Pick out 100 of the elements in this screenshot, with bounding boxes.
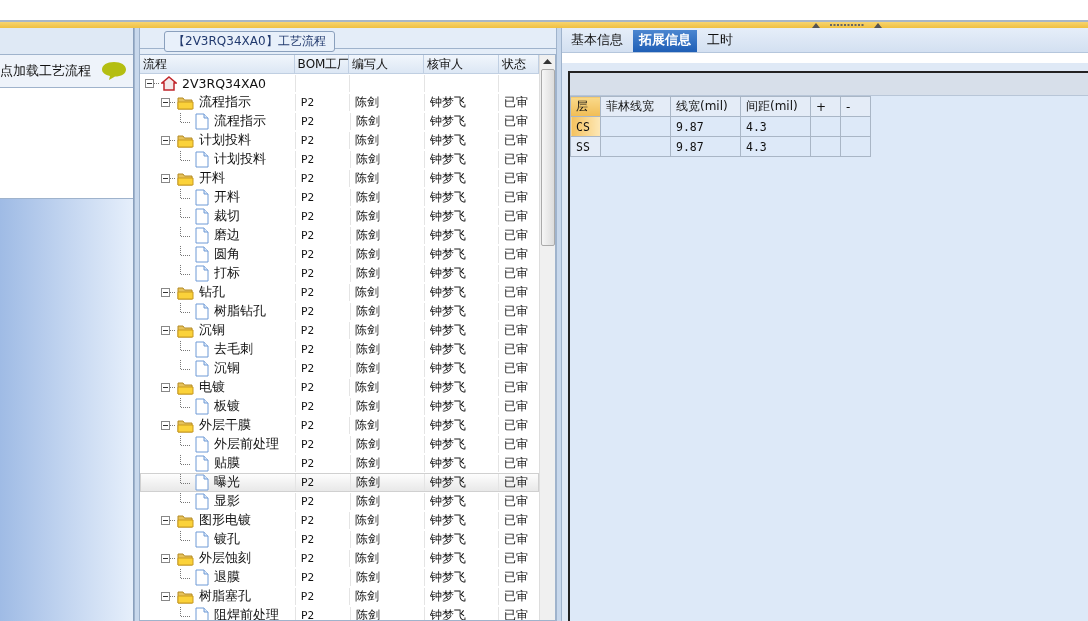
splitter-grip-icon[interactable] bbox=[812, 22, 882, 28]
table-cell: 已审 bbox=[504, 570, 529, 584]
collapse-icon[interactable] bbox=[161, 98, 175, 107]
column-header[interactable]: 编写人 bbox=[349, 55, 425, 73]
tree-row[interactable]: 图形电镀 P2 陈剑 钟梦飞 已审 bbox=[140, 511, 539, 530]
tree-label: 沉铜 bbox=[214, 360, 240, 377]
document-icon bbox=[195, 265, 209, 282]
tree-row[interactable]: 圆角 P2 陈剑 钟梦飞 已审 bbox=[140, 245, 539, 264]
collapse-icon[interactable] bbox=[145, 79, 159, 88]
document-icon bbox=[195, 341, 209, 358]
tree-row[interactable]: 打标 P2 陈剑 钟梦飞 已审 bbox=[140, 264, 539, 283]
scroll-thumb[interactable] bbox=[540, 69, 555, 246]
table-cell: 已审 bbox=[504, 152, 529, 166]
collapse-icon[interactable] bbox=[161, 421, 175, 430]
table-cell: 钟梦飞 bbox=[429, 152, 466, 166]
tree-row[interactable]: 树脂钻孔 P2 陈剑 钟梦飞 已审 bbox=[140, 302, 539, 321]
tree-row[interactable]: 流程指示 P2 陈剑 钟梦飞 已审 bbox=[140, 112, 539, 131]
column-header[interactable]: + bbox=[810, 96, 841, 117]
table-cell: 已审 bbox=[504, 456, 529, 470]
folder-icon bbox=[177, 589, 194, 604]
tree-connector bbox=[180, 208, 191, 218]
tree-row[interactable]: 计划投料 P2 陈剑 钟梦飞 已审 bbox=[140, 150, 539, 169]
document-icon bbox=[195, 455, 209, 472]
tree-row[interactable]: 流程指示 P2 陈剑 钟梦飞 已审 bbox=[140, 93, 539, 112]
tree-row[interactable]: 电镀 P2 陈剑 钟梦飞 已审 bbox=[140, 378, 539, 397]
tree-row[interactable]: 退膜 P2 陈剑 钟梦飞 已审 bbox=[140, 568, 539, 587]
folder-icon bbox=[177, 418, 194, 433]
collapse-icon[interactable] bbox=[161, 516, 175, 525]
collapse-icon[interactable] bbox=[161, 383, 175, 392]
tree-connector bbox=[180, 436, 191, 446]
tree-connector bbox=[180, 151, 191, 161]
table-cell: 已审 bbox=[504, 380, 529, 394]
tree-row[interactable]: 2V3RQ34XA0 bbox=[140, 74, 539, 93]
column-header[interactable]: 层 bbox=[570, 96, 601, 117]
table-cell: P2 bbox=[300, 305, 315, 318]
collapse-icon[interactable] bbox=[161, 326, 175, 335]
column-header[interactable]: 线宽(mil) bbox=[670, 96, 741, 117]
tree-row[interactable]: 去毛刺 P2 陈剑 钟梦飞 已审 bbox=[140, 340, 539, 359]
collapse-icon[interactable] bbox=[161, 592, 175, 601]
tree-connector bbox=[180, 474, 191, 484]
table-cell: 陈剑 bbox=[355, 114, 380, 128]
table-cell: 已审 bbox=[504, 342, 529, 356]
tree-row[interactable]: 磨边 P2 陈剑 钟梦飞 已审 bbox=[140, 226, 539, 245]
collapse-icon[interactable] bbox=[161, 554, 175, 563]
column-header[interactable]: - bbox=[840, 96, 871, 117]
table-cell: 已审 bbox=[504, 608, 529, 620]
tree-row[interactable]: 外层蚀刻 P2 陈剑 钟梦飞 已审 bbox=[140, 549, 539, 568]
column-header[interactable]: 流程 bbox=[140, 55, 295, 73]
table-cell: P2 bbox=[300, 362, 315, 375]
tab[interactable]: 工时 bbox=[701, 30, 739, 52]
scrollbar[interactable] bbox=[539, 55, 555, 620]
tree-row[interactable]: 曝光 P2 陈剑 钟梦飞 已审 bbox=[140, 473, 539, 492]
tree-row[interactable]: 树脂塞孔 P2 陈剑 钟梦飞 已审 bbox=[140, 587, 539, 606]
tree-label: 裁切 bbox=[214, 208, 240, 225]
table-cell: 钟梦飞 bbox=[429, 171, 466, 185]
table-cell: 陈剑 bbox=[355, 437, 380, 451]
table-cell: 已审 bbox=[504, 437, 529, 451]
table-cell: P2 bbox=[300, 134, 315, 147]
collapse-icon[interactable] bbox=[161, 136, 175, 145]
column-header[interactable]: 间距(mil) bbox=[740, 96, 811, 117]
column-header[interactable]: 菲林线宽 bbox=[600, 96, 671, 117]
tree-row[interactable]: 贴膜 P2 陈剑 钟梦飞 已审 bbox=[140, 454, 539, 473]
tree-row[interactable]: 板镀 P2 陈剑 钟梦飞 已审 bbox=[140, 397, 539, 416]
document-icon bbox=[195, 246, 209, 263]
tree-row[interactable]: 开料 P2 陈剑 钟梦飞 已审 bbox=[140, 188, 539, 207]
table-cell: P2 bbox=[300, 609, 315, 620]
column-header[interactable]: 核审人 bbox=[424, 55, 500, 73]
tree-row[interactable]: 显影 P2 陈剑 钟梦飞 已审 bbox=[140, 492, 539, 511]
tree-label: 阻焊前处理 bbox=[214, 607, 279, 620]
table-cell: P2 bbox=[300, 324, 315, 337]
table-cell: 钟梦飞 bbox=[429, 494, 466, 508]
tree-row[interactable]: 外层干膜 P2 陈剑 钟梦飞 已审 bbox=[140, 416, 539, 435]
collapse-icon[interactable] bbox=[161, 288, 175, 297]
tree-row[interactable]: 沉铜 P2 陈剑 钟梦飞 已审 bbox=[140, 359, 539, 378]
tree-row[interactable]: 阻焊前处理 P2 陈剑 钟梦飞 已审 bbox=[140, 606, 539, 620]
tab[interactable]: 基本信息 bbox=[565, 30, 629, 52]
table-cell: 已审 bbox=[504, 95, 529, 109]
tree-row[interactable]: 裁切 P2 陈剑 钟梦飞 已审 bbox=[140, 207, 539, 226]
tree-row[interactable]: 计划投料 P2 陈剑 钟梦飞 已审 bbox=[140, 131, 539, 150]
tree-row[interactable]: 钻孔 P2 陈剑 钟梦飞 已审 bbox=[140, 283, 539, 302]
tree-row[interactable]: 开料 P2 陈剑 钟梦飞 已审 bbox=[140, 169, 539, 188]
tree-connector bbox=[180, 265, 191, 275]
tree-connector bbox=[180, 189, 191, 199]
table-cell: 钟梦飞 bbox=[429, 190, 466, 204]
table-cell: 陈剑 bbox=[355, 133, 380, 147]
row-header[interactable]: CS bbox=[570, 116, 601, 137]
tab[interactable]: 拓展信息 bbox=[633, 30, 697, 52]
document-icon bbox=[195, 227, 209, 244]
table-cell: 陈剑 bbox=[355, 494, 380, 508]
table-cell: P2 bbox=[300, 514, 315, 527]
collapse-icon[interactable] bbox=[161, 174, 175, 183]
tree-row[interactable]: 镀孔 P2 陈剑 钟梦飞 已审 bbox=[140, 530, 539, 549]
table-cell: 已审 bbox=[504, 247, 529, 261]
tree-label: 开料 bbox=[214, 189, 240, 206]
column-header[interactable]: BOM工厂 bbox=[294, 55, 350, 73]
tree-row[interactable]: 沉铜 P2 陈剑 钟梦飞 已审 bbox=[140, 321, 539, 340]
table-cell: 钟梦飞 bbox=[429, 266, 466, 280]
row-header[interactable]: SS bbox=[570, 136, 601, 157]
tree-connector bbox=[180, 360, 191, 370]
tree-row[interactable]: 外层前处理 P2 陈剑 钟梦飞 已审 bbox=[140, 435, 539, 454]
